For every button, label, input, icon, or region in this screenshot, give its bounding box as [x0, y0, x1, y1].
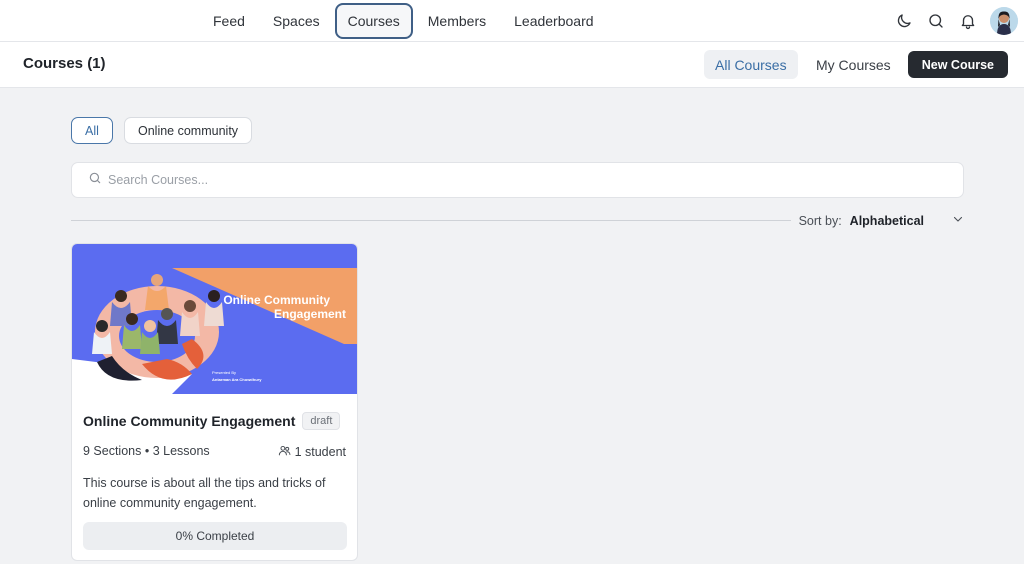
thumbnail-title-line2: Engagement	[274, 307, 346, 321]
top-navigation-bar: Feed Spaces Courses Members Leaderboard	[0, 0, 1024, 42]
course-title[interactable]: Online Community Engagement	[83, 413, 295, 429]
sort-dropdown[interactable]: Sort by: Alphabetical	[799, 213, 964, 228]
student-count: 1 student	[278, 444, 346, 460]
nav-item-members[interactable]: Members	[415, 3, 499, 39]
tab-all-courses[interactable]: All Courses	[704, 50, 798, 79]
search-input[interactable]	[108, 173, 908, 187]
filter-chip-all[interactable]: All	[71, 117, 113, 144]
progress-label: 0% Completed	[175, 529, 255, 543]
users-icon	[278, 444, 291, 460]
progress-bar: 0% Completed	[83, 522, 347, 550]
main-nav: Feed Spaces Courses Members Leaderboard	[200, 0, 607, 42]
filter-chip-online-community[interactable]: Online community	[124, 117, 253, 144]
status-badge: draft	[302, 412, 341, 430]
page-title: Courses (1)	[23, 55, 106, 72]
thumbnail-title-line1: Online Community	[223, 293, 330, 307]
course-meta: 9 Sections • 3 Lessons	[83, 444, 210, 458]
search-icon[interactable]	[926, 11, 946, 31]
avatar[interactable]	[990, 7, 1018, 35]
new-course-button[interactable]: New Course	[907, 51, 1008, 78]
student-count-label: 1 student	[294, 445, 346, 459]
nav-item-courses[interactable]: Courses	[334, 3, 413, 39]
sort-label: Sort by:	[798, 213, 842, 228]
nav-item-spaces[interactable]: Spaces	[260, 3, 333, 39]
course-title-row: Online Community Engagement draft	[83, 412, 341, 430]
nav-item-leaderboard[interactable]: Leaderboard	[501, 3, 606, 39]
nav-item-feed[interactable]: Feed	[200, 3, 258, 39]
moon-icon[interactable]	[894, 11, 914, 31]
course-thumbnail: Online Community Engagement Presented By…	[72, 244, 357, 394]
search-bar	[71, 162, 964, 198]
search-icon	[88, 171, 102, 190]
divider	[71, 220, 791, 221]
chevron-down-icon	[952, 213, 964, 228]
course-card[interactable]: Online Community Engagement Presented By…	[71, 243, 358, 561]
bell-icon[interactable]	[958, 11, 978, 31]
tab-my-courses[interactable]: My Courses	[805, 50, 902, 79]
thumbnail-author: Antarman Ara Chowdhury	[212, 377, 262, 382]
top-icons	[894, 0, 1018, 42]
page-header: Courses (1) All Courses My Courses New C…	[0, 42, 1024, 88]
thumbnail-presented-by: Presented By	[212, 370, 236, 375]
sort-value: Alphabetical	[849, 213, 924, 228]
course-description: This course is about all the tips and tr…	[83, 476, 326, 510]
